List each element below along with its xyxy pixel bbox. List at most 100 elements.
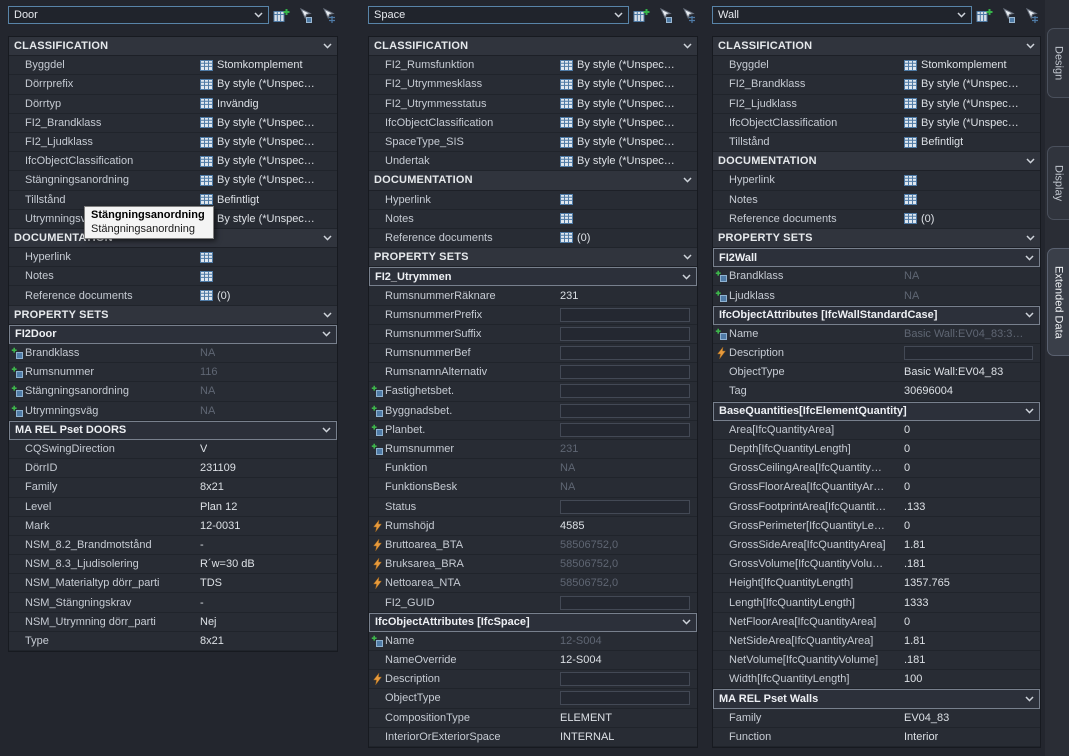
property-value[interactable]: 1357.765 bbox=[904, 577, 1040, 589]
property-value[interactable]: By style (*Unspec… bbox=[560, 155, 697, 167]
value-field[interactable] bbox=[560, 672, 690, 687]
section-header-classification[interactable]: CLASSIFICATION bbox=[9, 37, 337, 57]
quick-select-button[interactable] bbox=[654, 6, 675, 24]
property-value[interactable]: .181 bbox=[904, 558, 1040, 570]
property-value[interactable]: (0) bbox=[560, 232, 697, 244]
property-value[interactable]: ELEMENT bbox=[560, 712, 697, 724]
property-value[interactable]: Basic Wall:EV04_83 bbox=[904, 366, 1040, 378]
property-value[interactable]: 58506752,0 bbox=[560, 558, 697, 570]
property-value[interactable]: By style (*Unspec… bbox=[560, 78, 697, 90]
value-field[interactable] bbox=[560, 595, 690, 610]
property-value[interactable]: By style (*Unspec… bbox=[200, 155, 337, 167]
property-value[interactable]: .181 bbox=[904, 654, 1040, 666]
property-value[interactable] bbox=[560, 307, 697, 322]
property-value[interactable] bbox=[560, 194, 697, 206]
value-field[interactable] bbox=[560, 499, 690, 514]
property-value[interactable]: NA bbox=[200, 385, 337, 397]
property-value[interactable]: Interior bbox=[904, 731, 1040, 743]
property-value[interactable]: 1.81 bbox=[904, 635, 1040, 647]
property-value[interactable]: TDS bbox=[200, 577, 337, 589]
value-field[interactable] bbox=[560, 365, 690, 380]
property-value[interactable]: 0 bbox=[904, 424, 1040, 436]
property-value[interactable]: 100 bbox=[904, 673, 1040, 685]
property-value[interactable] bbox=[560, 213, 697, 225]
property-value[interactable]: 231 bbox=[560, 443, 697, 455]
section-header-ma-rel-pset-walls[interactable]: MA REL Pset Walls bbox=[713, 689, 1040, 709]
property-value[interactable] bbox=[904, 194, 1040, 206]
property-value[interactable] bbox=[560, 384, 697, 399]
property-value[interactable]: 4585 bbox=[560, 520, 697, 532]
property-value[interactable] bbox=[560, 422, 697, 437]
property-value[interactable] bbox=[560, 403, 697, 418]
property-value[interactable]: (0) bbox=[200, 290, 337, 302]
value-field[interactable] bbox=[560, 346, 690, 361]
property-value[interactable]: By style (*Unspec… bbox=[200, 136, 337, 148]
property-value[interactable]: 30696004 bbox=[904, 385, 1040, 397]
property-value[interactable] bbox=[560, 499, 697, 514]
property-value[interactable]: - bbox=[200, 597, 337, 609]
property-value[interactable]: By style (*Unspec… bbox=[560, 136, 697, 148]
section-header-classification[interactable]: CLASSIFICATION bbox=[713, 37, 1040, 57]
property-value[interactable]: Invändig bbox=[200, 98, 337, 110]
property-value[interactable]: 0 bbox=[904, 520, 1040, 532]
tab-design[interactable]: Design bbox=[1047, 28, 1069, 98]
section-header-basequantities-ifcelementquantity[interactable]: BaseQuantities[IfcElementQuantity] bbox=[713, 401, 1040, 421]
property-value[interactable]: By style (*Unspec… bbox=[560, 117, 697, 129]
property-value[interactable] bbox=[560, 365, 697, 380]
section-header-property-sets[interactable]: PROPERTY SETS bbox=[713, 228, 1040, 249]
property-value[interactable]: Nej bbox=[200, 616, 337, 628]
add-property-sets-button[interactable] bbox=[271, 6, 292, 24]
section-header-fi2wall[interactable]: FI2Wall bbox=[713, 248, 1040, 268]
section-header-property-sets[interactable]: PROPERTY SETS bbox=[369, 248, 697, 268]
section-header-classification[interactable]: CLASSIFICATION bbox=[369, 37, 697, 57]
property-value[interactable]: By style (*Unspec… bbox=[200, 117, 337, 129]
property-value[interactable]: NA bbox=[904, 270, 1040, 282]
section-header-documentation[interactable]: DOCUMENTATION bbox=[713, 152, 1040, 172]
property-value[interactable]: 1.81 bbox=[904, 539, 1040, 551]
section-header-documentation[interactable]: DOCUMENTATION bbox=[369, 171, 697, 191]
section-header-ifcobjectattributes-ifcspace[interactable]: IfcObjectAttributes [IfcSpace] bbox=[369, 612, 697, 632]
property-value[interactable]: NA bbox=[200, 405, 337, 417]
property-value[interactable] bbox=[200, 270, 337, 282]
property-value[interactable]: By style (*Unspec… bbox=[200, 78, 337, 90]
property-value[interactable]: By style (*Unspec… bbox=[560, 59, 697, 71]
property-value[interactable]: - bbox=[200, 539, 337, 551]
property-value[interactable]: 0 bbox=[904, 616, 1040, 628]
property-value[interactable]: 0 bbox=[904, 443, 1040, 455]
property-value[interactable]: 8x21 bbox=[200, 481, 337, 493]
quick-select-button[interactable] bbox=[997, 6, 1018, 24]
property-value[interactable]: Basic Wall:EV04_83:3… bbox=[904, 328, 1040, 340]
property-value[interactable]: NA bbox=[200, 347, 337, 359]
property-value[interactable]: Befintligt bbox=[904, 136, 1040, 148]
select-objects-button[interactable] bbox=[1020, 6, 1041, 24]
value-field[interactable] bbox=[560, 326, 690, 341]
property-value[interactable]: By style (*Unspec… bbox=[904, 78, 1040, 90]
property-value[interactable]: 12-S004 bbox=[560, 654, 697, 666]
property-value[interactable]: By style (*Unspec… bbox=[904, 117, 1040, 129]
property-value[interactable]: 231109 bbox=[200, 462, 337, 474]
property-value[interactable] bbox=[560, 346, 697, 361]
property-value[interactable]: By style (*Unspec… bbox=[904, 98, 1040, 110]
property-value[interactable] bbox=[560, 595, 697, 610]
property-value[interactable]: 1333 bbox=[904, 597, 1040, 609]
property-value[interactable]: R´w=30 dB bbox=[200, 558, 337, 570]
property-value[interactable] bbox=[560, 672, 697, 687]
property-value[interactable]: NA bbox=[560, 481, 697, 493]
add-property-sets-button[interactable] bbox=[631, 6, 652, 24]
property-value[interactable]: 8x21 bbox=[200, 635, 337, 647]
property-value[interactable]: By style (*Unspec… bbox=[200, 174, 337, 186]
property-value[interactable]: Stomkomplement bbox=[200, 59, 337, 71]
property-value[interactable]: (0) bbox=[904, 213, 1040, 225]
property-value[interactable]: NA bbox=[560, 462, 697, 474]
section-header-property-sets[interactable]: PROPERTY SETS bbox=[9, 305, 337, 325]
property-value[interactable]: INTERNAL bbox=[560, 731, 697, 743]
value-field[interactable] bbox=[560, 403, 690, 418]
add-property-sets-button[interactable] bbox=[974, 6, 995, 24]
property-value[interactable]: 12-S004 bbox=[560, 635, 697, 647]
object-type-dropdown[interactable]: Space bbox=[368, 6, 629, 24]
property-value[interactable]: 0 bbox=[904, 462, 1040, 474]
property-value[interactable] bbox=[904, 346, 1040, 361]
tab-display[interactable]: Display bbox=[1047, 146, 1069, 220]
property-value[interactable]: NA bbox=[904, 290, 1040, 302]
property-value[interactable]: 231 bbox=[560, 290, 697, 302]
